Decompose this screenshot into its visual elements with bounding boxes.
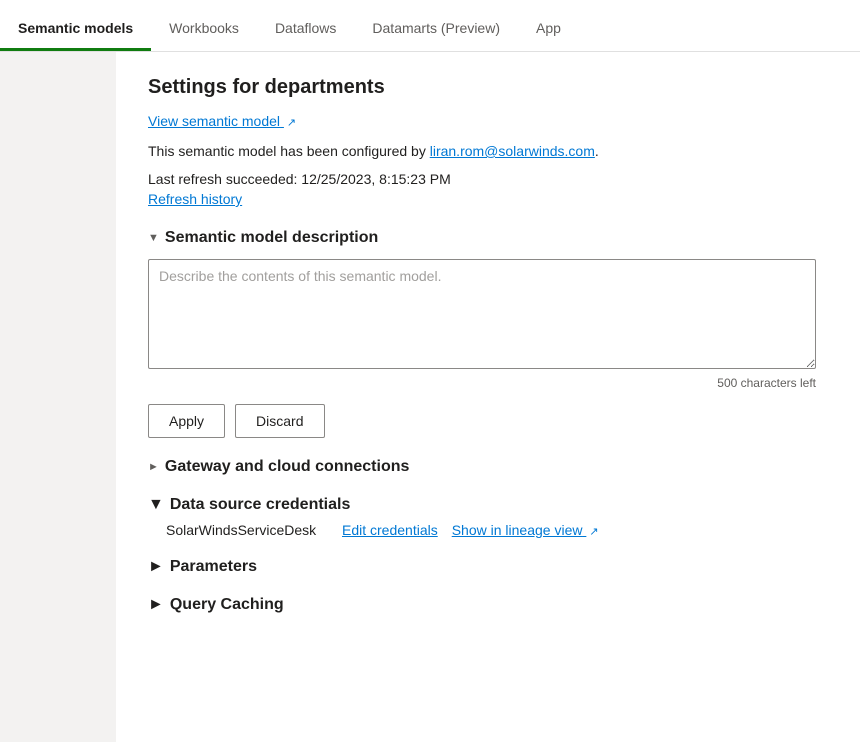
description-chevron-icon: ▼ (148, 232, 159, 244)
datasource-name: SolarWindsServiceDesk (166, 522, 326, 538)
parameters-chevron-icon: ► (148, 558, 164, 576)
description-actions: Apply Discard (148, 404, 828, 438)
sidebar (0, 52, 116, 742)
datasource-section-header[interactable]: ▼ Data source credentials (148, 496, 828, 514)
gateway-section-header[interactable]: ► Gateway and cloud connections (148, 458, 828, 476)
show-lineage-link[interactable]: Show in lineage view ↗ (452, 522, 599, 538)
apply-button[interactable]: Apply (148, 404, 225, 438)
char-count: 500 characters left (148, 376, 816, 390)
tab-workbooks[interactable]: Workbooks (151, 6, 257, 51)
parameters-section-label: Parameters (170, 558, 257, 576)
edit-credentials-link[interactable]: Edit credentials (342, 522, 438, 538)
gateway-section-label: Gateway and cloud connections (165, 458, 410, 476)
datasource-chevron-icon: ▼ (148, 496, 164, 514)
view-model-link-container: View semantic model ↗ (148, 113, 828, 129)
tab-dataflows[interactable]: Dataflows (257, 6, 354, 51)
description-section-label: Semantic model description (165, 229, 378, 247)
tab-app[interactable]: App (518, 6, 579, 51)
datasource-row: SolarWindsServiceDesk Edit credentials S… (148, 522, 828, 538)
caching-chevron-icon: ► (148, 596, 164, 614)
page-layout: Settings for departments View semantic m… (0, 52, 860, 742)
caching-section: ► Query Caching (148, 596, 828, 614)
lineage-external-icon: ↗ (589, 525, 598, 538)
parameters-section: ► Parameters (148, 558, 828, 576)
top-navigation: Semantic models Workbooks Dataflows Data… (0, 0, 860, 52)
description-textarea[interactable] (148, 259, 816, 369)
datasource-section-label: Data source credentials (170, 496, 351, 514)
external-link-icon: ↗ (287, 116, 296, 129)
discard-button[interactable]: Discard (235, 404, 324, 438)
caching-section-header[interactable]: ► Query Caching (148, 596, 828, 614)
description-section-header[interactable]: ▼ Semantic model description (148, 229, 828, 247)
page-title: Settings for departments (148, 76, 828, 99)
datasource-actions: Edit credentials Show in lineage view ↗ (342, 522, 599, 538)
view-model-link[interactable]: View semantic model ↗ (148, 113, 296, 129)
gateway-section: ► Gateway and cloud connections (148, 458, 828, 476)
last-refresh-text: Last refresh succeeded: 12/25/2023, 8:15… (148, 171, 451, 187)
refresh-info: Last refresh succeeded: 12/25/2023, 8:15… (148, 171, 828, 207)
datasource-section: ▼ Data source credentials SolarWindsServ… (148, 496, 828, 538)
caching-section-label: Query Caching (170, 596, 284, 614)
config-email-link[interactable]: liran.rom@solarwinds.com (430, 143, 595, 159)
parameters-section-header[interactable]: ► Parameters (148, 558, 828, 576)
tab-datamarts[interactable]: Datamarts (Preview) (354, 6, 518, 51)
gateway-chevron-icon: ► (148, 461, 159, 473)
tab-semantic-models[interactable]: Semantic models (0, 6, 151, 51)
config-text: This semantic model has been configured … (148, 143, 828, 159)
refresh-history-link[interactable]: Refresh history (148, 191, 828, 207)
main-content: Settings for departments View semantic m… (116, 52, 860, 742)
